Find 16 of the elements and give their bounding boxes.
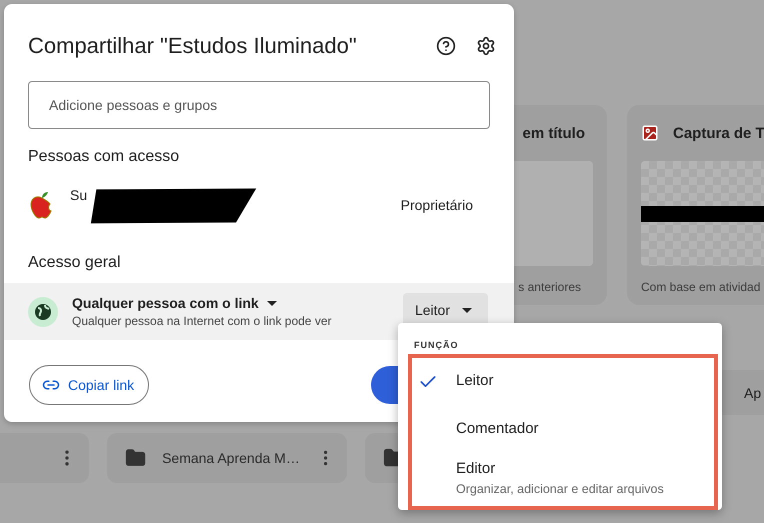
menu-heading: FUNÇÃO xyxy=(414,340,460,350)
file-caption: Com base em atividad xyxy=(641,280,760,294)
dialog-title: Compartilhar "Estudos Iluminado" xyxy=(28,33,358,59)
option-description: Organizar, adicionar e editar arquivos xyxy=(456,482,664,496)
option-label: Editor xyxy=(456,460,496,477)
file-title: em título xyxy=(522,124,585,142)
option-label: Comentador xyxy=(456,420,539,437)
access-description: Qualquer pessoa na Internet com o link pode ver xyxy=(72,314,332,328)
person-role: Proprietário xyxy=(400,197,473,213)
file-caption: s anteriores xyxy=(518,280,582,294)
person-name: Su xyxy=(70,187,88,203)
folder-name: Semana Aprenda M… xyxy=(162,450,300,466)
section-heading: Acesso geral xyxy=(28,253,122,273)
option-label: Leitor xyxy=(456,372,494,389)
section-heading: Pessoas com acesso xyxy=(28,147,180,167)
card-title: Ap xyxy=(744,384,762,400)
